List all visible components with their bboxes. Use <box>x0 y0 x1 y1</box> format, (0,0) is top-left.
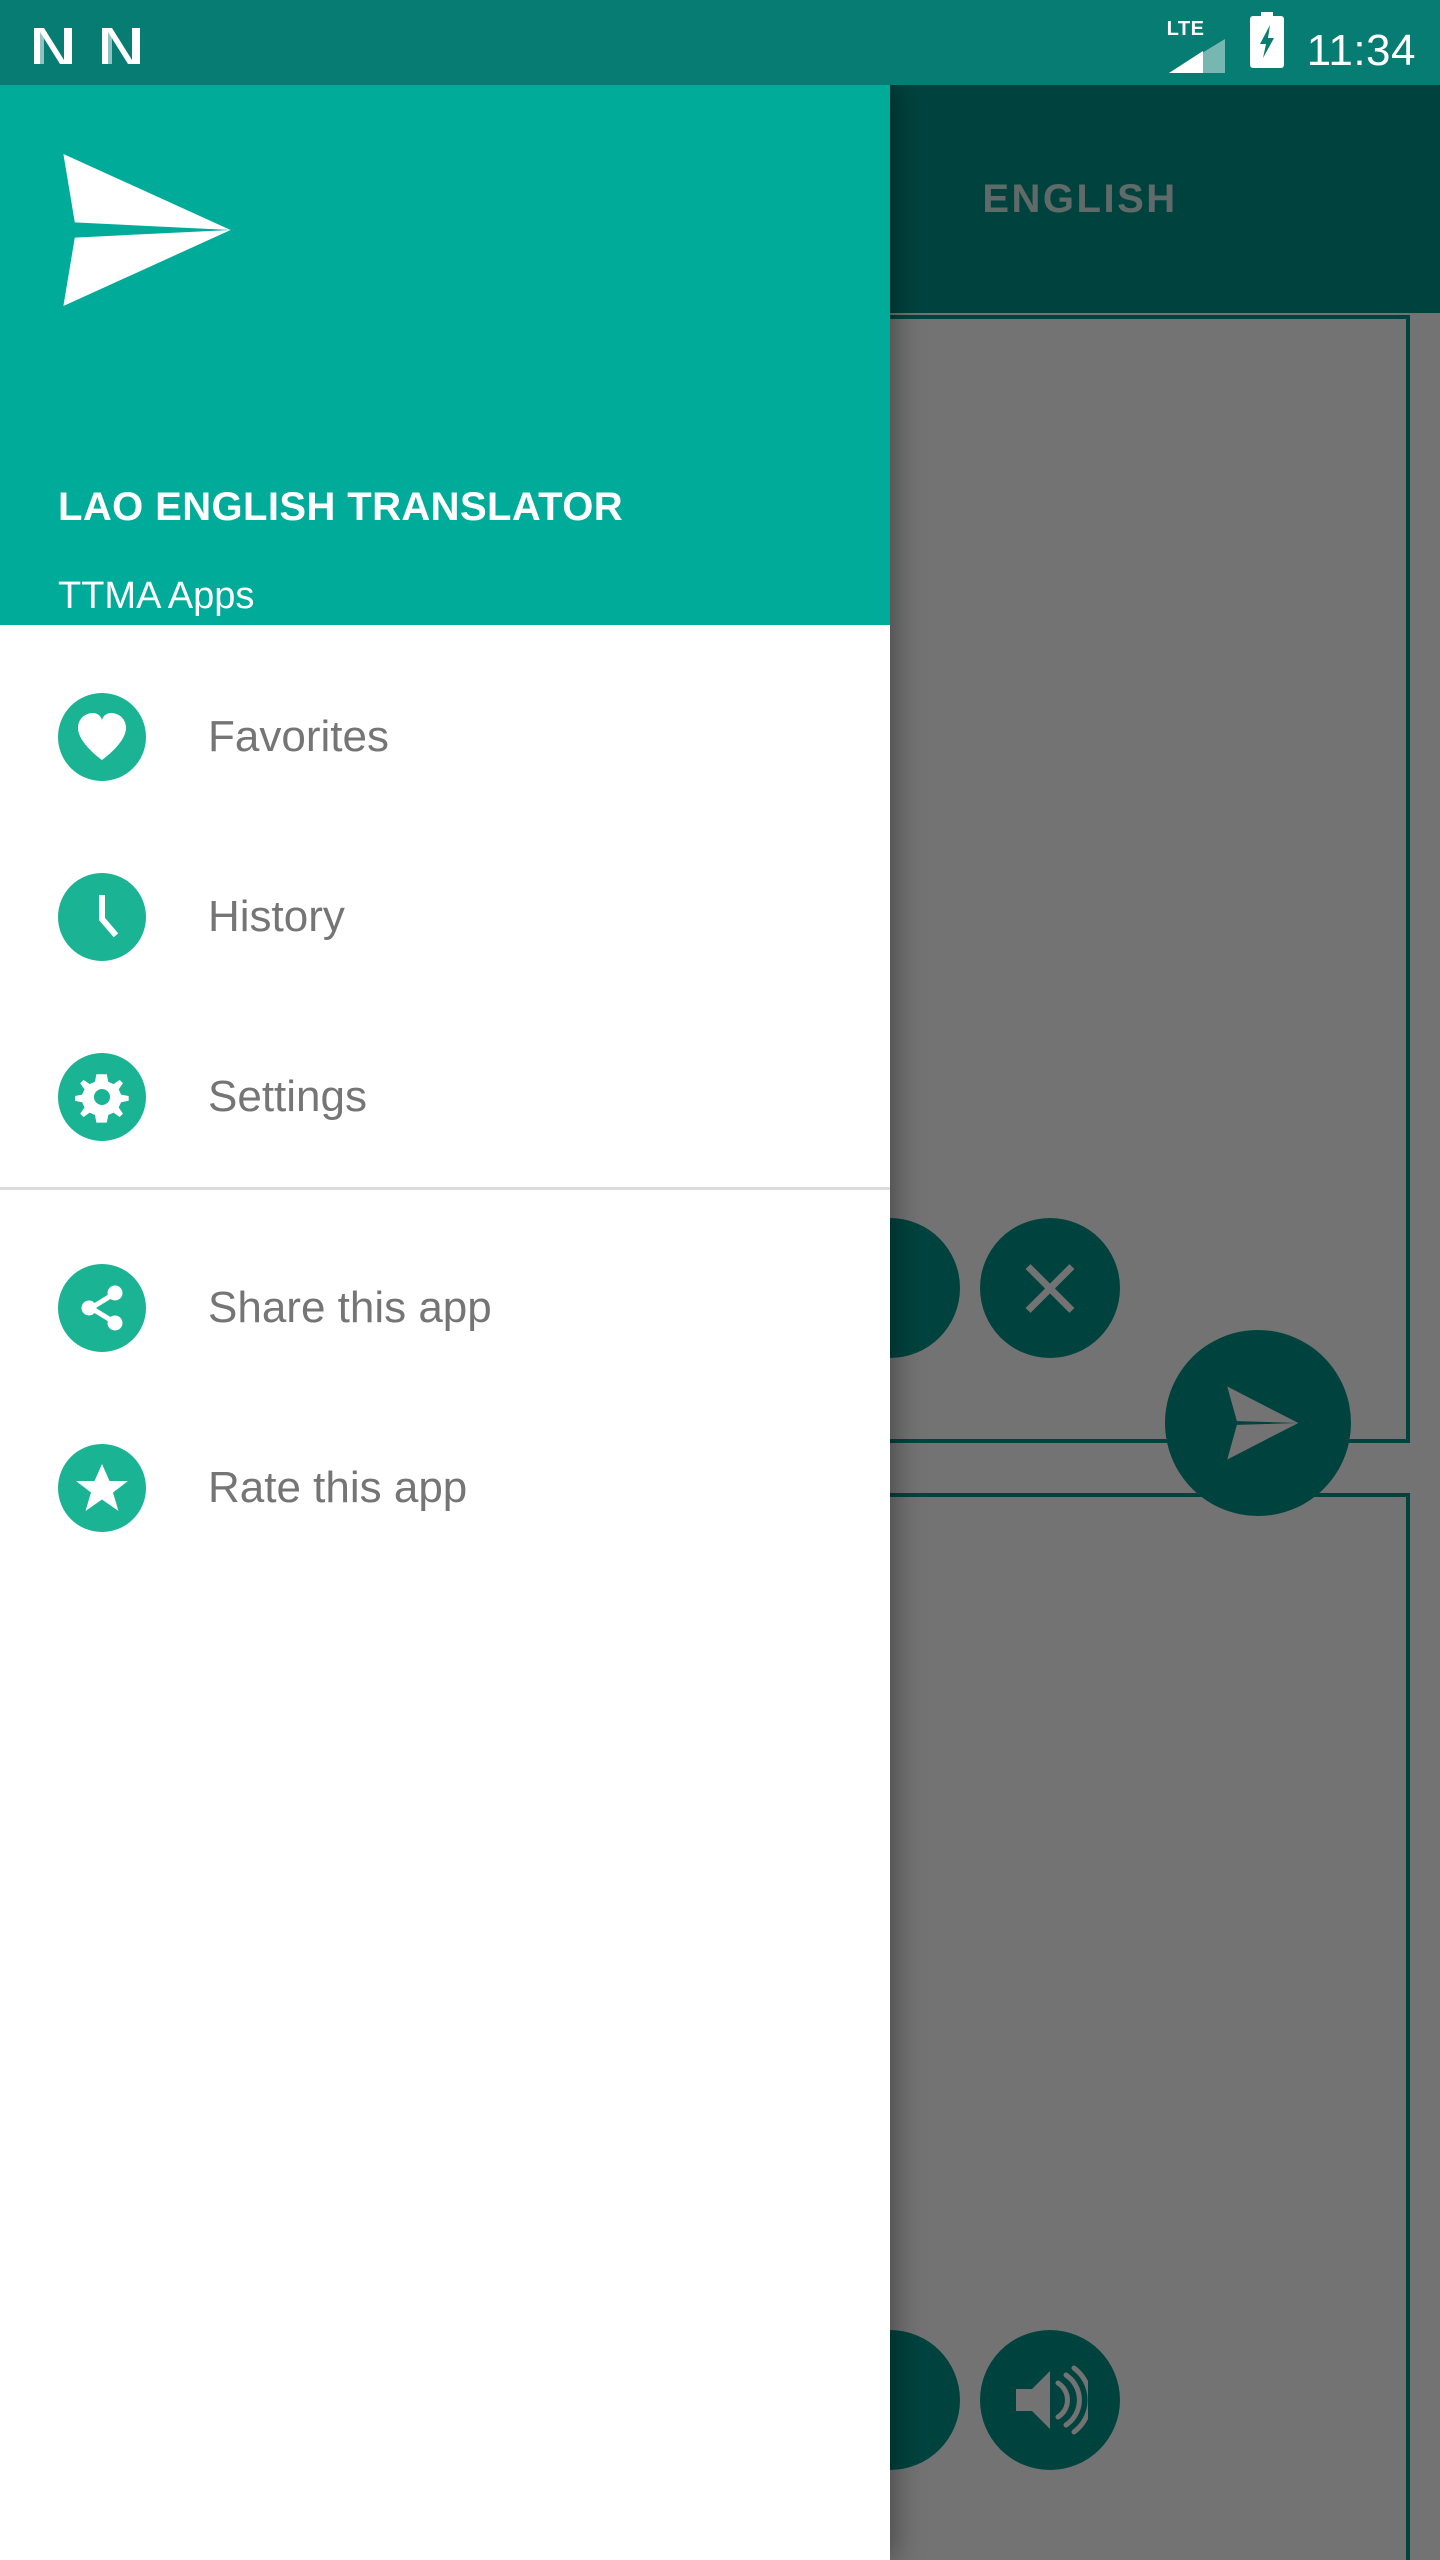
notification-n-icon <box>98 20 140 66</box>
share-icon <box>58 1264 146 1352</box>
drawer-item-label: History <box>208 892 345 941</box>
notification-n-icon <box>30 20 72 66</box>
status-bar-system-icons: LTE 11:34 <box>1165 12 1416 73</box>
drawer-item-history[interactable]: History <box>0 827 890 1007</box>
drawer-item-label: Rate this app <box>208 1463 468 1512</box>
drawer-item-label: Share this app <box>208 1283 492 1332</box>
drawer-app-name: LAO ENGLISH TRANSLATOR <box>58 485 624 529</box>
status-bar-notifications <box>30 20 140 66</box>
navigation-drawer: LAO ENGLISH TRANSLATOR TTMA Apps Favorit… <box>0 85 890 2560</box>
drawer-item-share-this-app[interactable]: Share this app <box>0 1218 890 1398</box>
drawer-publisher-name: TTMA Apps <box>58 575 255 617</box>
drawer-item-favorites[interactable]: Favorites <box>0 647 890 827</box>
drawer-primary-menu: Favorites History Settings <box>0 625 890 1187</box>
send-paper-plane-logo <box>52 135 242 325</box>
star-icon <box>58 1444 146 1532</box>
status-bar: LTE 11:34 <box>0 0 1440 85</box>
drawer-item-label: Settings <box>208 1072 367 1121</box>
drawer-header: LAO ENGLISH TRANSLATOR TTMA Apps <box>0 85 890 625</box>
drawer-item-rate-this-app[interactable]: Rate this app <box>0 1398 890 1578</box>
drawer-secondary-menu: Share this app Rate this app <box>0 1190 890 1578</box>
lte-signal-icon: LTE <box>1165 19 1227 73</box>
gear-icon <box>58 1053 146 1141</box>
heart-icon <box>58 693 146 781</box>
app-screen: LAO ENGLISH <box>0 0 1440 2560</box>
drawer-item-settings[interactable]: Settings <box>0 1007 890 1187</box>
status-bar-clock: 11:34 <box>1306 26 1416 75</box>
drawer-item-label: Favorites <box>208 712 389 761</box>
clock-icon <box>58 873 146 961</box>
battery-charging-icon <box>1247 12 1287 73</box>
